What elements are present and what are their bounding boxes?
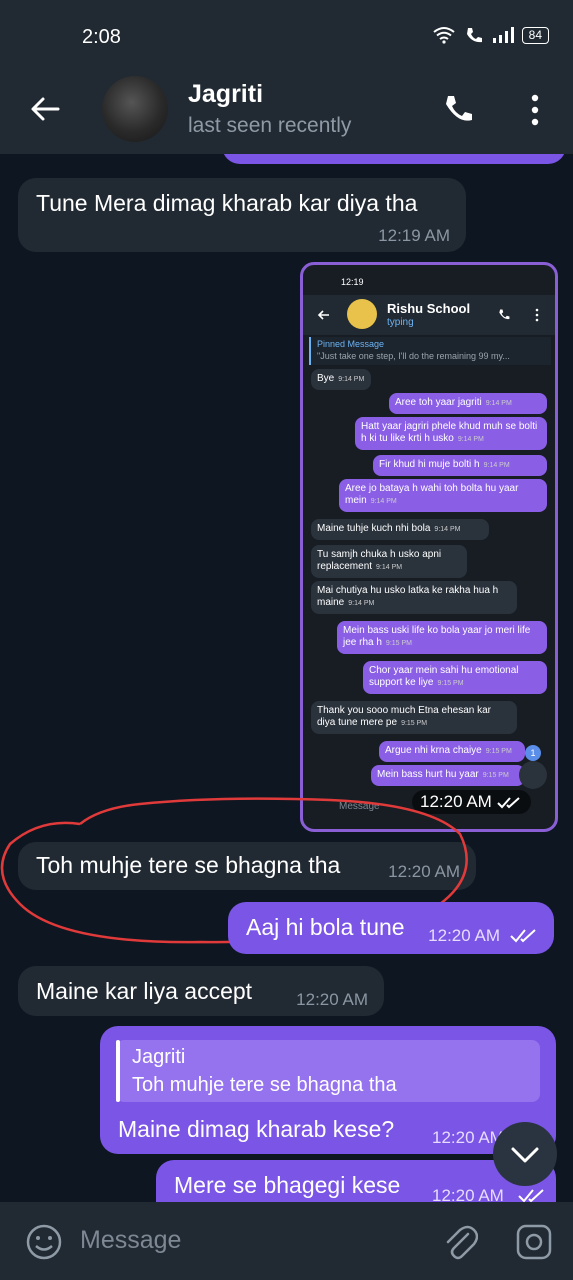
shot-header: Rishu School typing bbox=[303, 295, 555, 335]
message-input[interactable]: Message bbox=[80, 1226, 181, 1255]
shot-message-text: Aree toh yaar jagriti bbox=[395, 397, 482, 408]
reply-sender: Jagriti bbox=[132, 1046, 186, 1068]
shot-message-bubble: Bye 9:14 PM bbox=[311, 369, 371, 390]
shot-message-time: 9:14 PM bbox=[338, 376, 365, 383]
reply-text: Toh muhje tere se bhagna tha bbox=[132, 1074, 397, 1096]
shot-message-time: 9:14 PM bbox=[370, 498, 397, 505]
message-bubble-partial bbox=[222, 154, 566, 164]
shot-message-time: 9:14 PM bbox=[485, 400, 512, 407]
status-bar: 2:08 84 bbox=[0, 0, 573, 72]
shot-message-time: 9:14 PM bbox=[483, 462, 510, 469]
last-seen-status: last seen recently bbox=[188, 114, 352, 137]
reply-quote[interactable]: Jagriti Toh muhje tere se bhagna tha bbox=[116, 1040, 540, 1102]
signal-icon bbox=[492, 27, 514, 43]
message-bubble[interactable]: Maine kar liya accept 12:20 AM bbox=[18, 966, 384, 1016]
scroll-down-button[interactable] bbox=[493, 1122, 557, 1186]
message-time: 12:20 AM bbox=[432, 1186, 504, 1202]
shot-unread-badge: 1 bbox=[525, 745, 541, 761]
phone-icon[interactable] bbox=[440, 92, 476, 128]
chevron-down-icon bbox=[511, 1147, 539, 1163]
message-text: Toh muhje tere se bhagna tha bbox=[36, 852, 341, 878]
message-time: 12:20 AM bbox=[420, 792, 492, 811]
shot-pinned-text: "Just take one step, I'll do the remaini… bbox=[317, 351, 510, 361]
shot-status-time: 12:19 bbox=[341, 277, 364, 287]
shot-phone-icon bbox=[499, 309, 510, 320]
shot-pinned-title: Pinned Message bbox=[317, 339, 385, 349]
image-message[interactable]: 12:19 Rishu School typing Pinned Message… bbox=[300, 262, 558, 832]
shot-message-time: 9:15 PM bbox=[385, 640, 412, 647]
shot-input-placeholder: Message bbox=[339, 801, 380, 812]
status-time: 2:08 bbox=[82, 26, 121, 48]
message-bubble-reply[interactable]: Jagriti Toh muhje tere se bhagna tha Mai… bbox=[100, 1026, 556, 1154]
shot-message-bubble: Mein bass hurt hu yaar 9:15 PM bbox=[371, 765, 525, 786]
shot-message-bubble: Fir khud hi muje bolti h 9:14 PM bbox=[373, 455, 547, 476]
message-time: 12:19 AM bbox=[378, 226, 450, 245]
shot-message-bubble: Argue nhi krna chaiye 9:15 PM bbox=[379, 741, 525, 762]
shot-message-time: 9:14 PM bbox=[457, 436, 484, 443]
shot-message-text: Bye bbox=[317, 373, 335, 384]
shot-message-text: Mai chutiya hu usko latka ke rakha hua h… bbox=[317, 585, 499, 608]
message-time: 12:20 AM bbox=[296, 990, 368, 1009]
shot-message-bubble: Mein bass uski life ko bola yaar jo meri… bbox=[337, 621, 547, 654]
contact-name[interactable]: Jagriti bbox=[188, 80, 263, 109]
shot-avatar bbox=[347, 299, 377, 329]
shot-more-icon bbox=[535, 308, 539, 322]
shot-message-time: 9:15 PM bbox=[437, 680, 464, 687]
attach-icon[interactable] bbox=[442, 1222, 478, 1262]
call-status-icon bbox=[466, 28, 482, 43]
shot-message-time: 9:15 PM bbox=[485, 748, 512, 755]
shot-contact-name: Rishu School bbox=[387, 301, 471, 316]
more-vert-icon[interactable] bbox=[520, 92, 550, 128]
chat-header: Jagriti last seen recently bbox=[0, 72, 573, 154]
shot-message-time: 9:14 PM bbox=[376, 564, 403, 571]
status-icons: 84 bbox=[432, 26, 549, 44]
emoji-icon[interactable] bbox=[24, 1222, 64, 1262]
shot-message-bubble: Hatt yaar jagriri phele khud muh se bolt… bbox=[355, 417, 547, 450]
message-time: 12:20 AM bbox=[388, 862, 460, 881]
chat-area[interactable]: Tune Mera dimag kharab kar diya tha 12:1… bbox=[0, 154, 573, 1202]
message-text: Mere se bhagegi kese bbox=[174, 1172, 401, 1198]
reply-bar bbox=[116, 1040, 120, 1102]
shot-message-bubble: Thank you sooo much Etna ehesan kar diya… bbox=[311, 701, 517, 734]
shot-message-bubble: Aree jo bataya h wahi toh bolta hu yaar … bbox=[339, 479, 547, 512]
message-text: Tune Mera dimag kharab kar diya tha bbox=[36, 190, 418, 216]
shot-message-bubble: Tu samjh chuka h usko apni replacement 9:… bbox=[311, 545, 467, 578]
shot-message-text: Maine tuhje kuch nhi bola bbox=[317, 523, 431, 534]
double-check-icon bbox=[496, 796, 520, 808]
shot-message-text: Fir khud hi muje bolti h bbox=[379, 459, 480, 470]
message-text: Maine kar liya accept bbox=[36, 978, 253, 1004]
back-arrow-icon[interactable] bbox=[28, 92, 62, 126]
avatar[interactable] bbox=[102, 76, 168, 142]
shot-message-time: 9:15 PM bbox=[482, 772, 509, 779]
shot-message-time: 9:15 PM bbox=[401, 720, 428, 727]
shot-message-time: 9:14 PM bbox=[348, 600, 375, 607]
double-check-icon bbox=[510, 929, 536, 943]
message-text: Aaj hi bola tune bbox=[246, 914, 405, 940]
message-bubble[interactable]: Aaj hi bola tune 12:20 AM bbox=[228, 902, 554, 954]
battery-icon: 84 bbox=[521, 26, 549, 44]
message-time: 12:20 AM bbox=[428, 926, 500, 945]
shot-pinned-message: Pinned Message "Just take one step, I'll… bbox=[309, 337, 551, 365]
shot-message-text: Argue nhi krna chaiye bbox=[385, 745, 482, 756]
shot-message-bubble: Maine tuhje kuch nhi bola 9:14 PM bbox=[311, 519, 489, 540]
camera-icon[interactable] bbox=[514, 1222, 554, 1262]
shot-message-bubble: Mai chutiya hu usko latka ke rakha hua h… bbox=[311, 581, 517, 614]
message-text: Maine dimag kharab kese? bbox=[118, 1116, 395, 1142]
shot-message-text: Mein bass uski life ko bola yaar jo meri… bbox=[343, 625, 531, 648]
wifi-icon bbox=[433, 27, 455, 44]
shot-back-icon bbox=[317, 310, 329, 320]
message-input-bar: Message bbox=[0, 1202, 573, 1280]
double-check-icon bbox=[518, 1189, 544, 1202]
shot-message-time: 9:14 PM bbox=[434, 526, 461, 533]
shot-message-text: Mein bass hurt hu yaar bbox=[377, 769, 479, 780]
message-bubble[interactable]: Tune Mera dimag kharab kar diya tha 12:1… bbox=[18, 178, 466, 252]
shot-message-bubble: Aree toh yaar jagriti 9:14 PM bbox=[389, 393, 547, 414]
shot-typing-status: typing bbox=[387, 317, 414, 328]
shot-scroll-down-icon bbox=[519, 761, 547, 789]
shot-message-bubble: Chor yaar mein sahi hu emotional support… bbox=[363, 661, 547, 694]
shot-message-text: Hatt yaar jagriri phele khud muh se bolt… bbox=[361, 421, 538, 444]
message-bubble[interactable]: Toh muhje tere se bhagna tha 12:20 AM bbox=[18, 842, 476, 890]
image-message-time: 12:20 AM bbox=[412, 790, 531, 814]
